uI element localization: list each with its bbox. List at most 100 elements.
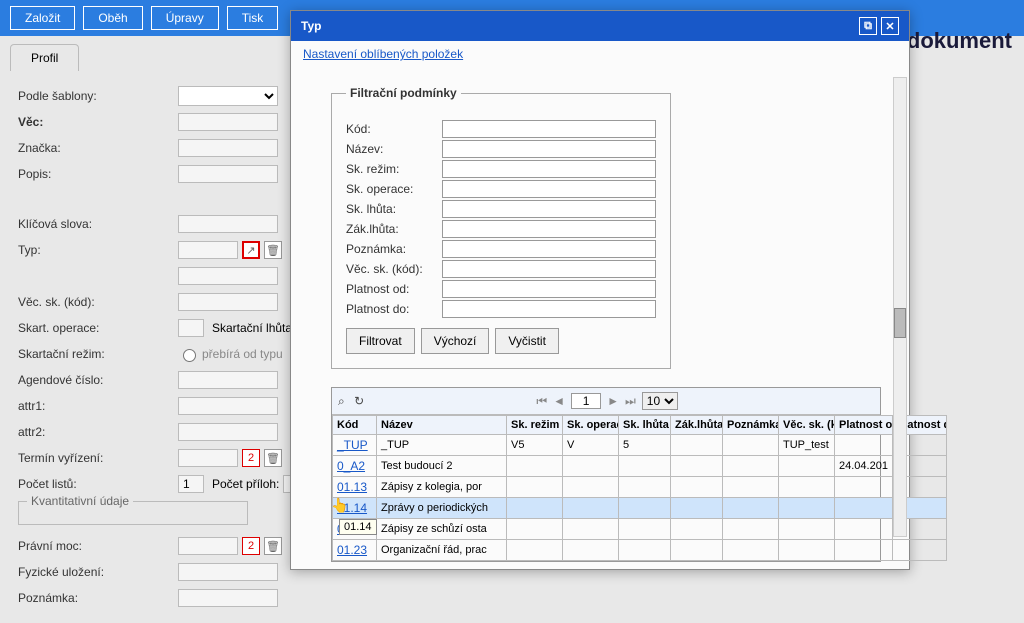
cell-poznamka [723, 435, 779, 456]
table-row[interactable]: 01.13Zápisy z kolegia, por [333, 477, 947, 498]
input-termin[interactable] [178, 449, 238, 467]
label-attr2: attr2: [18, 425, 178, 439]
page-first-icon[interactable]: ⏮ [536, 394, 547, 409]
page-prev-icon[interactable]: ◄ [553, 394, 565, 408]
finput-sk-lhuta[interactable] [442, 200, 656, 218]
row-link[interactable]: 01.23 [337, 543, 367, 557]
input-vec[interactable] [178, 113, 278, 131]
kvant-legend: Kvantitativní údaje [27, 494, 133, 508]
page-input[interactable] [571, 393, 601, 409]
kvant-group: Kvantitativní údaje [18, 501, 248, 525]
tab-profil[interactable]: Profil [10, 44, 79, 71]
finput-sk-rezim[interactable] [442, 160, 656, 178]
table-row[interactable]: 01.14Zprávy o periodických [333, 498, 947, 519]
cell-kod[interactable]: _TUP [333, 435, 377, 456]
cell-nazev: Organizační řád, prac [377, 540, 507, 561]
finput-platnost-od[interactable] [442, 280, 656, 298]
vycistit-button[interactable]: Vyčistit [495, 328, 559, 354]
dialog-title-text: Typ [301, 19, 321, 33]
calendar-termin-icon[interactable]: 2 [242, 449, 260, 467]
col-zak-lhuta[interactable]: Zák.lhůta [671, 416, 723, 435]
open-typ-dialog-icon[interactable]: ↗ [242, 241, 260, 259]
input-attr2[interactable] [178, 423, 278, 441]
table-row[interactable]: 01.15Zápisy ze schůzí osta [333, 519, 947, 540]
cell-sk_lhuta [619, 519, 671, 540]
finput-poznamka[interactable] [442, 240, 656, 258]
label-klicova: Klíčová slova: [18, 217, 178, 231]
page-next-icon[interactable]: ► [607, 394, 619, 408]
favorites-link[interactable]: Nastavení oblíbených položek [291, 41, 475, 67]
dialog-scrollbar[interactable] [893, 77, 907, 537]
cell-sk_lhuta [619, 456, 671, 477]
scrollbar-thumb[interactable] [894, 308, 906, 338]
obeh-button[interactable]: Oběh [83, 6, 142, 30]
clear-termin-icon[interactable]: 🗑 [264, 449, 282, 467]
finput-kod[interactable] [442, 120, 656, 138]
calendar-pravni-icon[interactable]: 2 [242, 537, 260, 555]
clear-typ-icon[interactable]: 🗑 [264, 241, 282, 259]
input-pravni[interactable] [178, 537, 238, 555]
input-typ[interactable] [178, 241, 238, 259]
cell-kod[interactable]: 0_A2 [333, 456, 377, 477]
input-fyzicke[interactable] [178, 563, 278, 581]
cell-kod[interactable]: 01.23 [333, 540, 377, 561]
cell-kod[interactable]: 01.13 [333, 477, 377, 498]
col-sk-rezim[interactable]: Sk. režim [507, 416, 563, 435]
select-sablona[interactable] [178, 86, 278, 106]
cell-sk_operac [563, 540, 619, 561]
label-popis: Popis: [18, 167, 178, 181]
cell-zak_lhuta [671, 435, 723, 456]
table-row[interactable]: 01.23 Organizační řád, prac [333, 540, 947, 561]
flabel-platnost-od: Platnost od: [346, 282, 442, 296]
cell-platnost_o [835, 435, 893, 456]
radio-prebira[interactable] [183, 349, 196, 362]
vychozi-button[interactable]: Výchozí [421, 328, 490, 354]
finput-platnost-do[interactable] [442, 300, 656, 318]
dialog-close-icon[interactable]: ✕ [881, 17, 899, 35]
col-kod[interactable]: Kód [333, 416, 377, 435]
finput-sk-operace[interactable] [442, 180, 656, 198]
filtrovat-button[interactable]: Filtrovat [346, 328, 415, 354]
col-vec-sk[interactable]: Věc. sk. (k [779, 416, 835, 435]
results-grid: ⌕ ↻ ⏮ ◄ ► ⏭ 10 Kód Název Sk. re [331, 387, 881, 562]
flabel-sk-operace: Sk. operace: [346, 182, 442, 196]
cell-poznamka [723, 498, 779, 519]
table-row[interactable]: _TUP_TUPV5V5TUP_test [333, 435, 947, 456]
upravy-button[interactable]: Úpravy [151, 6, 219, 30]
col-platnost-o[interactable]: Platnost o [835, 416, 893, 435]
input-poznamka-f[interactable] [178, 589, 278, 607]
cell-nazev: Zápisy ze schůzí osta [377, 519, 507, 540]
input-pocet-listu[interactable] [178, 475, 204, 493]
cell-sk_lhuta [619, 540, 671, 561]
tisk-button[interactable]: Tisk [227, 6, 279, 30]
col-poznamka[interactable]: Poznámka [723, 416, 779, 435]
grid-refresh-icon[interactable]: ↻ [354, 394, 364, 408]
page-last-icon[interactable]: ⏭ [625, 394, 636, 409]
zalozit-button[interactable]: Založit [10, 6, 75, 30]
row-link[interactable]: _TUP [337, 438, 368, 452]
flabel-poznamka: Poznámka: [346, 242, 442, 256]
cell-nazev: Test budoucí 2 [377, 456, 507, 477]
dialog-popout-icon[interactable]: ⧉ [859, 17, 877, 35]
row-link[interactable]: 01.13 [337, 480, 367, 494]
input-typ2[interactable] [178, 267, 278, 285]
finput-zak-lhuta[interactable] [442, 220, 656, 238]
input-attr1[interactable] [178, 397, 278, 415]
col-sk-operac[interactable]: Sk. operac [563, 416, 619, 435]
input-agendove[interactable] [178, 371, 278, 389]
col-nazev[interactable]: Název [377, 416, 507, 435]
col-sk-lhuta[interactable]: Sk. lhůta [619, 416, 671, 435]
table-row[interactable]: 0_A2Test budoucí 224.04.201 [333, 456, 947, 477]
input-popis[interactable] [178, 165, 278, 183]
finput-nazev[interactable] [442, 140, 656, 158]
input-znacka[interactable] [178, 139, 278, 157]
row-link[interactable]: 0_A2 [337, 459, 365, 473]
filter-legend: Filtrační podmínky [346, 86, 461, 100]
page-size-select[interactable]: 10 [642, 392, 678, 410]
grid-search-icon[interactable]: ⌕ [338, 394, 345, 408]
clear-pravni-icon[interactable]: 🗑 [264, 537, 282, 555]
input-klicova[interactable] [178, 215, 278, 233]
finput-vec-sk[interactable] [442, 260, 656, 278]
input-vec-sk[interactable] [178, 293, 278, 311]
input-skart-operace[interactable] [178, 319, 204, 337]
